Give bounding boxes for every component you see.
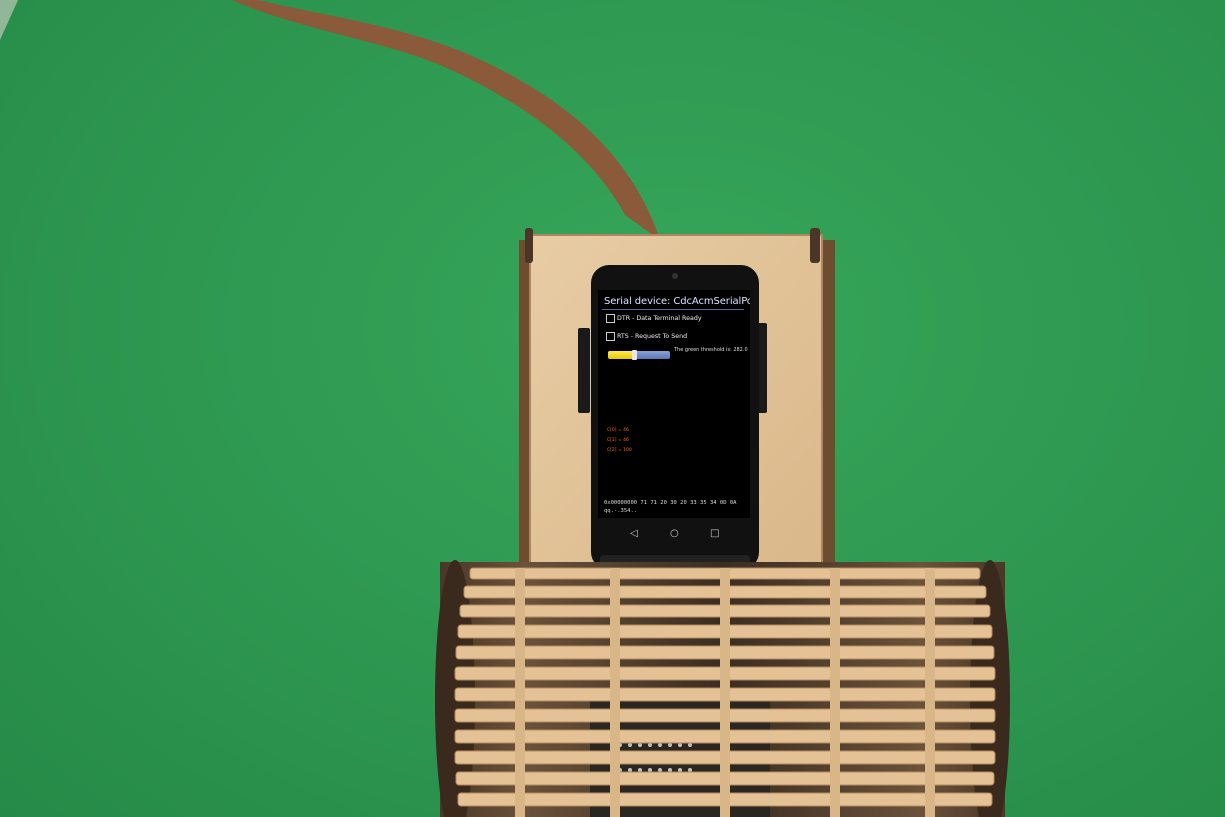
android-nav-bar: ◁ ○ □: [598, 528, 750, 544]
threshold-text: The green threshold is: 282.0: [674, 347, 748, 353]
rts-option[interactable]: RTS - Request To Send: [606, 332, 687, 344]
camera-label: C[1] = 46: [607, 438, 629, 443]
clamp-left: [578, 328, 590, 413]
title-divider: [602, 309, 744, 310]
recents-icon[interactable]: □: [710, 528, 719, 539]
dtr-checkbox[interactable]: [606, 314, 615, 323]
dtr-label: DTR - Data Terminal Ready: [617, 315, 702, 322]
track-line: [232, 0, 660, 240]
drum-wheel: [435, 560, 1010, 817]
camera-label: C[2] = 100: [607, 448, 632, 453]
phone-screen: Serial device: CdcAcmSerialPort DTR - Da…: [598, 290, 750, 518]
rts-label: RTS - Request To Send: [617, 333, 688, 340]
rts-checkbox[interactable]: [606, 332, 615, 341]
hex-output: 0x00000000 71 71 20 30 20 33 35 34 0D 0A: [604, 500, 737, 506]
dtr-option[interactable]: DTR - Data Terminal Ready: [606, 314, 702, 326]
ascii-output: qq.-.354..: [604, 508, 638, 514]
threshold-slider[interactable]: [608, 350, 670, 360]
home-icon[interactable]: ○: [670, 528, 679, 539]
slider-fill: [608, 351, 633, 359]
camera-view-labels: C[0] = 46 C[1] = 46 C[2] = 100: [604, 366, 730, 496]
serial-device-title: Serial device: CdcAcmSerialPort: [604, 296, 750, 307]
back-icon[interactable]: ◁: [630, 528, 638, 539]
slider-knob[interactable]: [632, 350, 637, 360]
camera-label: C[0] = 46: [607, 428, 629, 433]
